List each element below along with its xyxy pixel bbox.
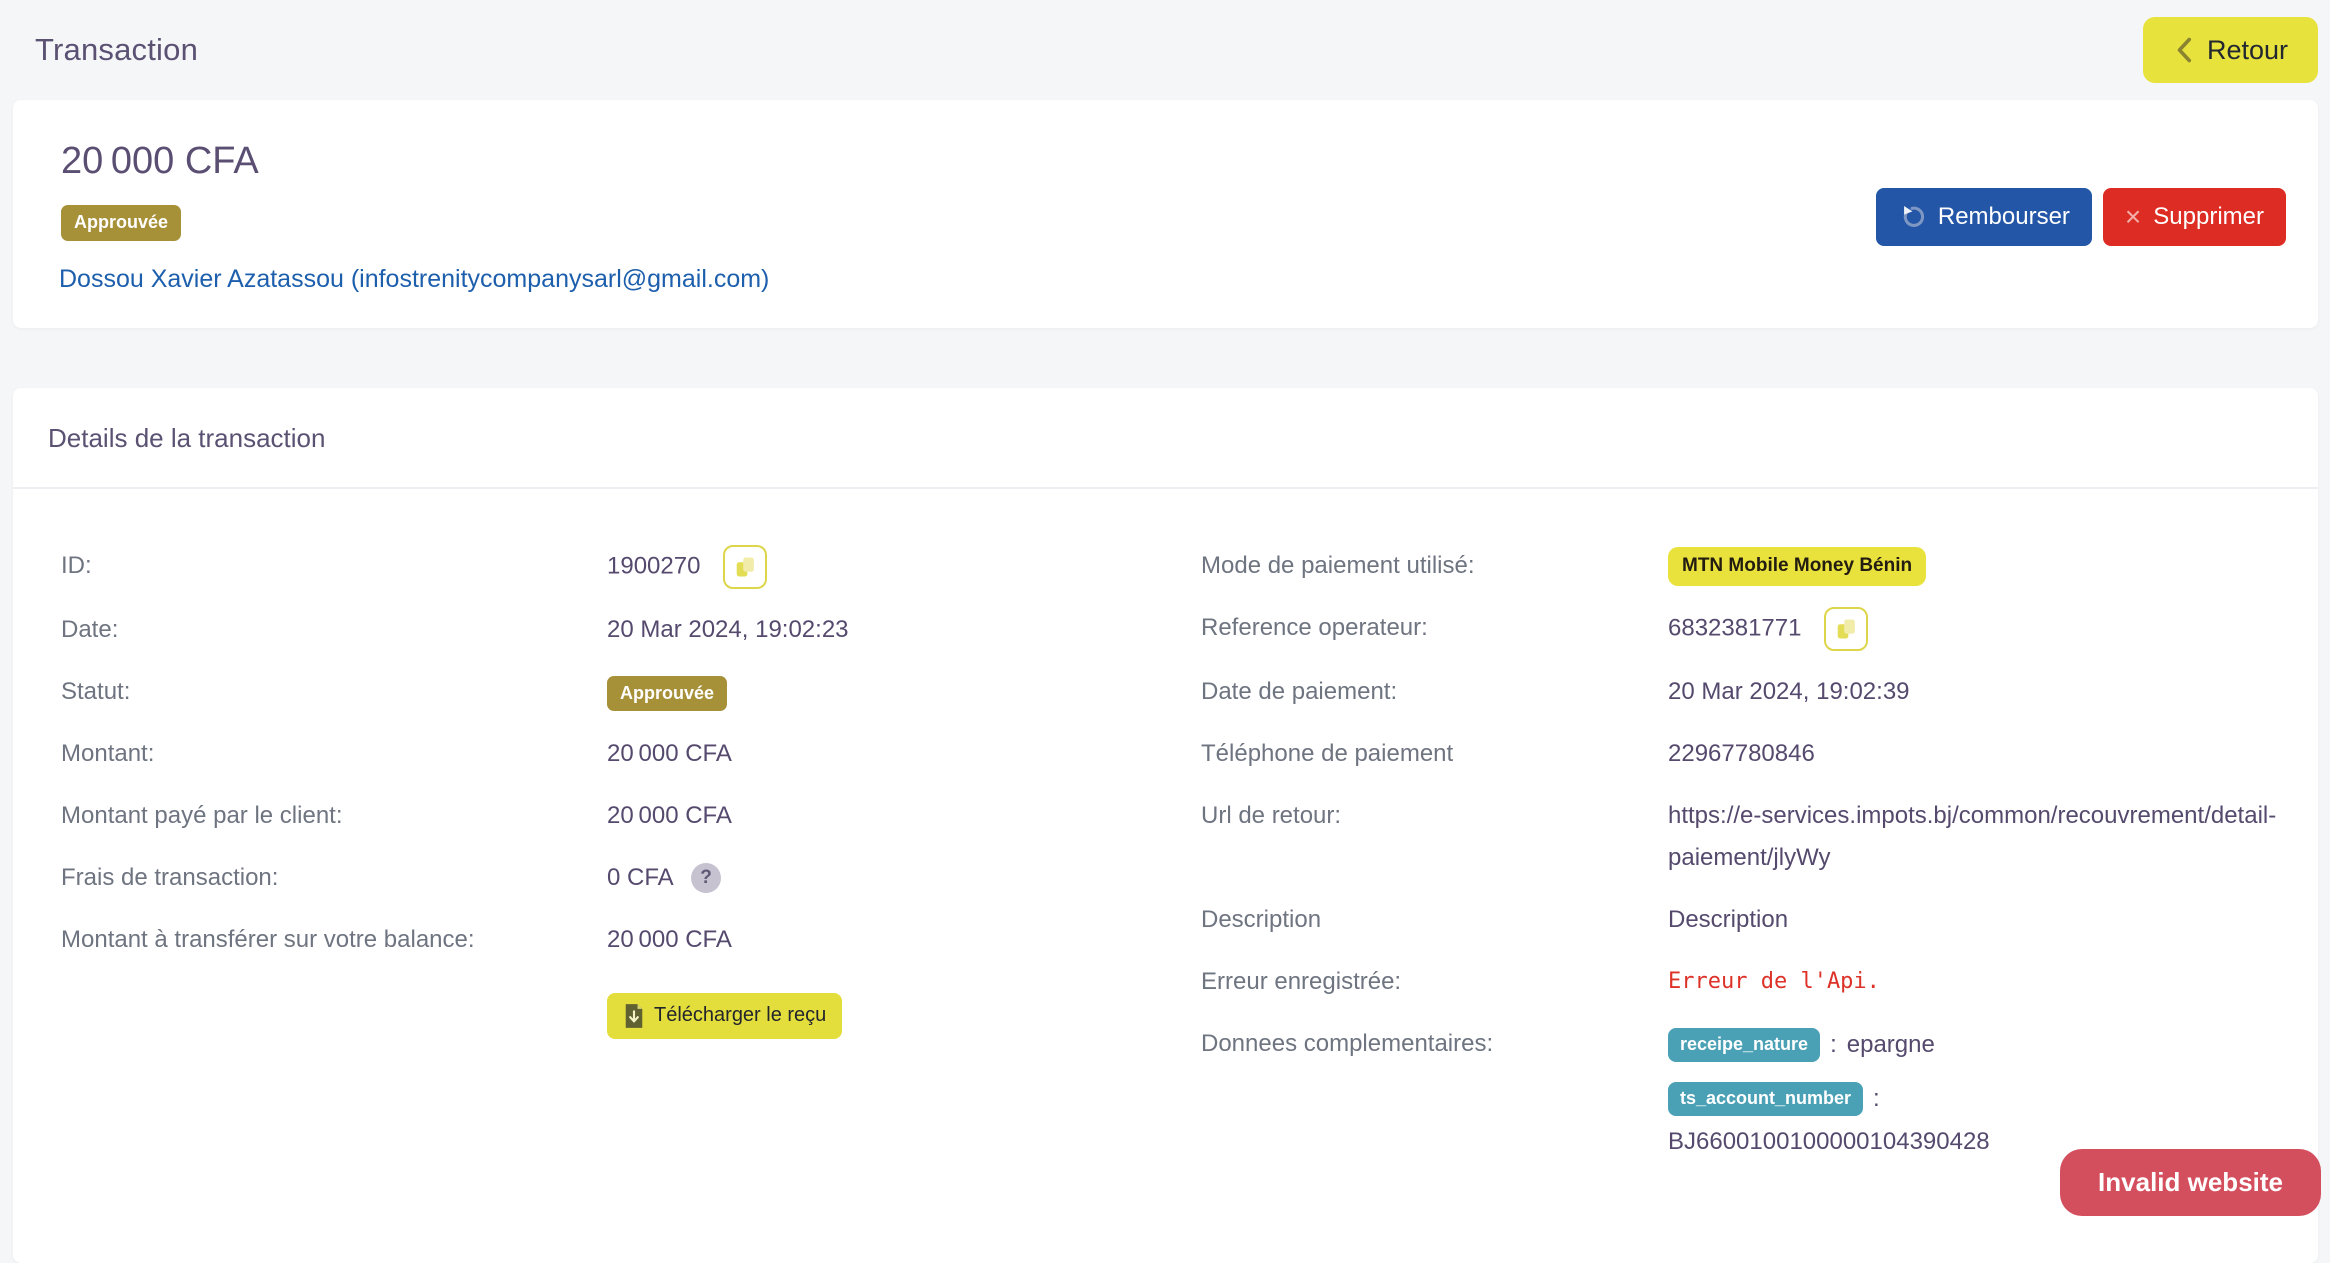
invalid-website-toast[interactable]: Invalid website — [2060, 1149, 2321, 1216]
row-label: Date: — [61, 609, 607, 651]
detail-row-description: Description Description — [1201, 899, 2288, 941]
transaction-details-card: Details de la transaction ID: 1900270 — [13, 388, 2318, 1263]
copy-reference-button[interactable] — [1824, 607, 1868, 651]
separator: : — [1873, 1085, 1880, 1112]
details-section-title: Details de la transaction — [13, 388, 2318, 489]
detail-row-error: Erreur enregistrée: Erreur de l'Api. — [1201, 961, 2288, 1003]
row-label: Téléphone de paiement — [1201, 733, 1668, 775]
customer-email-link[interactable]: Dossou Xavier Azatassou (infostrenitycom… — [59, 265, 769, 294]
amount-paid-value: 20 000 CFA — [607, 795, 732, 837]
balance-transfer-value: 20 000 CFA — [607, 919, 732, 961]
status-badge: Approuvée — [61, 205, 181, 241]
row-label: Erreur enregistrée: — [1201, 961, 1668, 1003]
download-receipt-button[interactable]: Télécharger le reçu — [607, 993, 842, 1039]
summary-info: 20 000 CFA Approuvée Dossou Xavier Azata… — [48, 138, 769, 294]
back-button[interactable]: Retour — [2143, 17, 2318, 83]
detail-row-date: Date: 20 Mar 2024, 19:02:23 — [61, 609, 1201, 651]
detail-row-payment-date: Date de paiement: 20 Mar 2024, 19:02:39 — [1201, 671, 2288, 713]
data-key-badge: ts_account_number — [1668, 1082, 1863, 1116]
detail-row-payment-mode: Mode de paiement utilisé: MTN Mobile Mon… — [1201, 545, 2288, 587]
payment-phone-value: 22967780846 — [1668, 733, 1815, 775]
x-icon: × — [2125, 203, 2141, 231]
detail-row-id: ID: 1900270 — [61, 545, 1201, 589]
topbar: Transaction Retour — [0, 0, 2330, 100]
transaction-amount: 20 000 CFA — [61, 140, 769, 183]
row-label: ID: — [61, 545, 607, 589]
separator: : — [1830, 1031, 1837, 1058]
payment-date-value: 20 Mar 2024, 19:02:39 — [1668, 671, 1910, 713]
back-button-label: Retour — [2207, 35, 2288, 66]
row-label: Mode de paiement utilisé: — [1201, 545, 1668, 587]
fees-value: 0 CFA — [607, 864, 672, 891]
row-label: Frais de transaction: — [61, 857, 607, 899]
row-label: Reference operateur: — [1201, 607, 1668, 651]
page-title: Transaction — [35, 32, 198, 68]
operator-reference-value: 6832381771 — [1668, 614, 1801, 641]
recorded-error-value: Erreur de l'Api. — [1668, 961, 1880, 1003]
detail-row-amount-paid: Montant payé par le client: 20 000 CFA — [61, 795, 1201, 837]
detail-row-fees: Frais de transaction: 0 CFA ? — [61, 857, 1201, 899]
row-label: Description — [1201, 899, 1668, 941]
summary-actions: Rembourser × Supprimer — [1876, 188, 2286, 246]
download-receipt-label: Télécharger le reçu — [654, 1004, 826, 1027]
row-label: Montant: — [61, 733, 607, 775]
copy-icon — [733, 554, 757, 580]
row-label: Date de paiement: — [1201, 671, 1668, 713]
data-key-badge: receipe_nature — [1668, 1028, 1820, 1062]
copy-icon — [1834, 616, 1858, 642]
details-right-column: Mode de paiement utilisé: MTN Mobile Mon… — [1201, 545, 2288, 1193]
return-url-value: https://e-services.impots.bj/common/reco… — [1668, 795, 2288, 879]
detail-row-payment-phone: Téléphone de paiement 22967780846 — [1201, 733, 2288, 775]
extra-data-item: receipe_nature: epargne — [1668, 1023, 1990, 1067]
copy-id-button[interactable] — [723, 545, 767, 589]
undo-icon — [1898, 203, 1926, 231]
amount-value: 20 000 CFA — [607, 733, 732, 775]
row-label: Statut: — [61, 671, 607, 713]
detail-row-status: Statut: Approuvée — [61, 671, 1201, 713]
detail-row-return-url: Url de retour: https://e-services.impots… — [1201, 795, 2288, 879]
receipt-row: Télécharger le reçu — [61, 981, 1201, 1043]
file-download-icon — [623, 1003, 645, 1029]
transaction-summary-card: 20 000 CFA Approuvée Dossou Xavier Azata… — [13, 100, 2318, 328]
row-label: Url de retour: — [1201, 795, 1668, 879]
refund-button[interactable]: Rembourser — [1876, 188, 2092, 246]
row-label: Donnees complementaires: — [1201, 1023, 1668, 1173]
question-mark-icon[interactable]: ? — [691, 863, 721, 893]
transaction-id-value: 1900270 — [607, 552, 700, 579]
delete-button-label: Supprimer — [2153, 203, 2264, 231]
extra-data-item: ts_account_number: BJ6600100100000104390… — [1668, 1077, 1990, 1163]
transaction-date-value: 20 Mar 2024, 19:02:23 — [607, 609, 849, 651]
row-label: Montant payé par le client: — [61, 795, 607, 837]
description-value: Description — [1668, 899, 1788, 941]
status-badge: Approuvée — [607, 676, 727, 712]
detail-row-balance-transfer: Montant à transférer sur votre balance: … — [61, 919, 1201, 961]
refund-button-label: Rembourser — [1938, 203, 2070, 231]
account-number-value: BJ6600100100000104390428 — [1668, 1121, 1990, 1163]
detail-row-operator-reference: Reference operateur: 6832381771 — [1201, 607, 2288, 651]
detail-row-amount: Montant: 20 000 CFA — [61, 733, 1201, 775]
details-left-column: ID: 1900270 Date: 20 Mar 2024, — [61, 545, 1201, 1193]
row-label: Montant à transférer sur votre balance: — [61, 919, 607, 961]
delete-button[interactable]: × Supprimer — [2103, 188, 2286, 246]
chevron-left-icon — [2173, 35, 2195, 65]
payment-method-badge: MTN Mobile Money Bénin — [1668, 547, 1926, 586]
extra-data-value: epargne — [1847, 1031, 1935, 1058]
